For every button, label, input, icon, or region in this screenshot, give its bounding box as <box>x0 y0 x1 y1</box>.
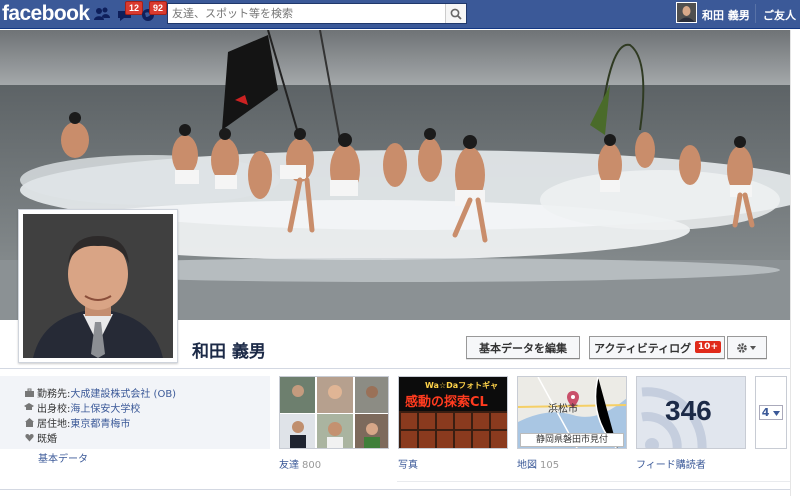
top-navigation-bar: facebook 12 92 和田 義男 <box>0 0 800 29</box>
profile-name[interactable]: 和田 義男 <box>192 337 266 362</box>
section-divider <box>0 489 790 490</box>
friends-icon <box>94 7 110 20</box>
map-count: 105 <box>540 460 560 471</box>
about-education: 出身校: 海上保安大学校 <box>24 400 140 415</box>
about-location: 居住地: 東京都青梅市 <box>24 415 130 430</box>
notifications-badge: 92 <box>149 1 168 15</box>
notifications-jewel[interactable]: 92 <box>140 1 168 23</box>
friends-tile[interactable] <box>279 376 389 449</box>
location-link[interactable]: 東京都青梅市 <box>70 415 130 430</box>
map-caption: 静岡県磐田市見付 <box>520 433 624 447</box>
friend-requests-jewel[interactable] <box>92 5 112 23</box>
nav-user-name[interactable]: 和田 義男 <box>702 7 750 23</box>
work-link[interactable]: 大成建設株式会社 (OB) <box>70 385 176 400</box>
subscribers-tile-label[interactable]: フィード購読者 <box>636 456 706 471</box>
briefcase-icon <box>24 388 34 398</box>
subscribers-count: 346 <box>665 395 712 426</box>
map-tile-label[interactable]: 地図 105 <box>517 456 559 471</box>
more-apps-badge: 4 <box>758 405 784 420</box>
settings-dropdown-button[interactable] <box>727 336 767 359</box>
map-tile[interactable]: 浜松市 静岡県磐田市見付 <box>517 376 627 449</box>
photos-banner-text: Wa☆Daフォトギャ <box>425 381 499 390</box>
friends-tile-label[interactable]: 友達 800 <box>279 456 321 471</box>
section-divider <box>397 481 790 482</box>
profile-picture[interactable] <box>18 209 178 363</box>
activity-log-label: アクティビティログ <box>594 341 692 355</box>
messages-jewel[interactable]: 12 <box>116 1 144 23</box>
photos-caption-text: 感動の探索CL <box>405 395 488 410</box>
nav-avatar[interactable] <box>676 2 697 23</box>
facebook-logo[interactable]: facebook <box>2 2 90 26</box>
about-work: 勤務先: 大成建設株式会社 (OB) <box>24 385 176 400</box>
about-link[interactable]: 基本データ <box>38 450 88 465</box>
edit-profile-button[interactable]: 基本データを編集 <box>466 336 580 359</box>
section-divider <box>0 368 790 369</box>
more-apps-button[interactable]: 4 <box>755 376 787 449</box>
nav-separator <box>755 4 756 23</box>
search-input[interactable] <box>168 4 446 23</box>
graduation-cap-icon <box>24 403 34 413</box>
friends-count: 800 <box>302 460 322 471</box>
about-relationship: 既婚 <box>24 430 57 445</box>
search-button[interactable] <box>445 4 466 23</box>
nav-home-link[interactable]: ご友人 <box>763 7 796 23</box>
education-link[interactable]: 海上保安大学校 <box>70 400 140 415</box>
subscribers-tile[interactable]: 346 <box>636 376 746 449</box>
house-icon <box>24 418 34 428</box>
map-city-label: 浜松市 <box>548 404 578 415</box>
search-icon <box>450 8 462 20</box>
photos-tile[interactable]: Wa☆Daフォトギャ 感動の探索CL <box>398 376 508 449</box>
user-thumbnail-icon <box>677 3 696 22</box>
activity-count-badge: 10+ <box>694 341 721 353</box>
search-box <box>167 3 467 24</box>
gear-icon <box>737 342 756 353</box>
heart-icon <box>24 433 34 443</box>
profile-portrait-image <box>23 214 173 358</box>
activity-log-button[interactable]: アクティビティログ 10+ <box>589 336 725 359</box>
chevron-down-icon <box>773 411 781 416</box>
photos-tile-label[interactable]: 写真 <box>398 456 418 471</box>
right-edge-strip <box>790 30 800 496</box>
friends-mosaic-image <box>280 377 388 448</box>
